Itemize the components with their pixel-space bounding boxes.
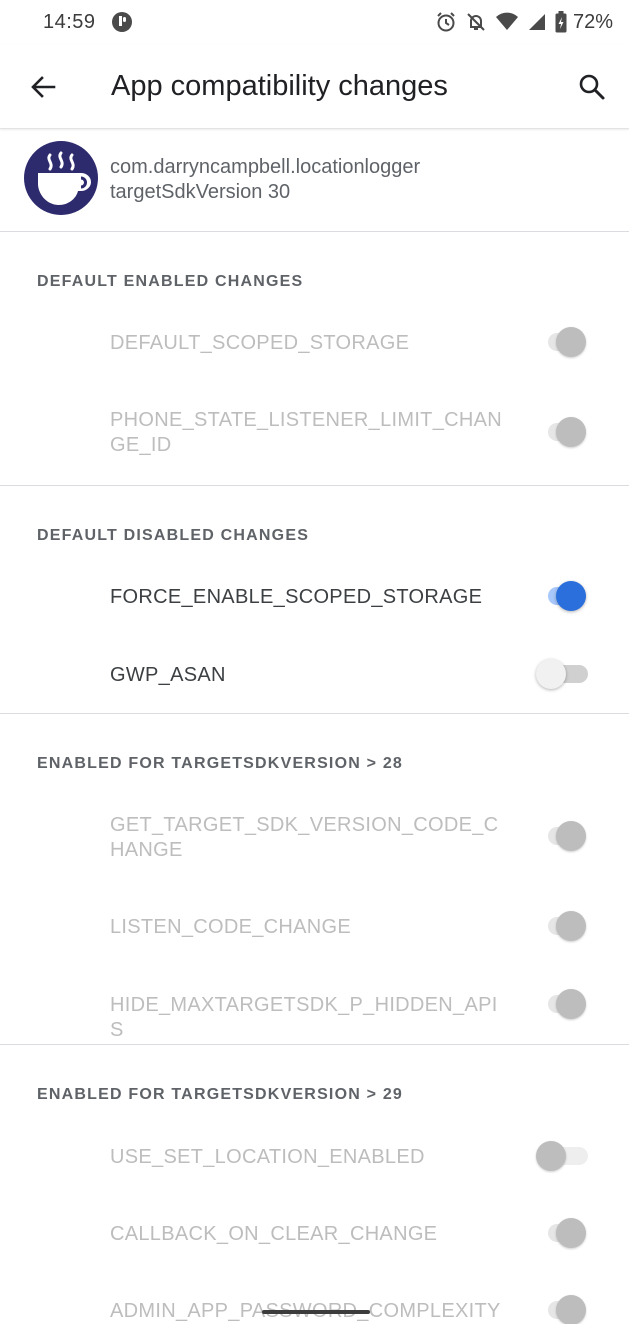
change-label: GET_TARGET_SDK_VERSION_CODE_CHANGE xyxy=(110,814,499,861)
section-targetsdk-29: ENABLED FOR TARGETSDKVERSION > 29 USE_SE… xyxy=(0,1045,629,1324)
change-label: DEFAULT_SCOPED_STORAGE xyxy=(110,332,410,354)
app-notification-icon xyxy=(112,12,132,32)
search-icon xyxy=(579,74,605,100)
change-switch[interactable] xyxy=(535,1291,587,1324)
section-targetsdk-28: ENABLED FOR TARGETSDKVERSION > 28 GET_TA… xyxy=(0,714,629,1044)
change-label: GWP_ASAN xyxy=(110,664,226,686)
section-default-enabled: DEFAULT ENABLED CHANGES DEFAULT_SCOPED_S… xyxy=(0,232,629,485)
section-title: ENABLED FOR TARGETSDKVERSION > 29 xyxy=(37,1086,404,1103)
change-label: HIDE_MAXTARGETSDK_P_HIDDEN_APIS xyxy=(110,994,498,1041)
app-package-name: com.darryncampbell.locationlogger xyxy=(110,156,421,178)
change-item: DEFAULT_SCOPED_STORAGE xyxy=(0,312,629,374)
coffee-cup-icon xyxy=(24,141,98,215)
back-button[interactable] xyxy=(22,66,64,108)
section-title: ENABLED FOR TARGETSDKVERSION > 28 xyxy=(37,755,404,772)
change-item[interactable]: FORCE_ENABLE_SCOPED_STORAGE xyxy=(0,566,629,628)
change-item: CALLBACK_ON_CLEAR_CHANGE xyxy=(0,1203,629,1265)
battery-percentage: 72% xyxy=(572,10,613,33)
change-label: USE_SET_LOCATION_ENABLED xyxy=(110,1146,425,1168)
status-bar: 14:59 72% xyxy=(0,0,629,44)
change-switch[interactable] xyxy=(535,985,587,1025)
change-switch[interactable] xyxy=(535,907,587,947)
app-bar: App compatibility changes xyxy=(0,44,629,129)
battery-charging-icon xyxy=(555,11,567,33)
section-title: DEFAULT DISABLED CHANGES xyxy=(37,527,310,544)
search-button[interactable] xyxy=(571,66,613,108)
change-label: CALLBACK_ON_CLEAR_CHANGE xyxy=(110,1223,438,1245)
change-label: FORCE_ENABLE_SCOPED_STORAGE xyxy=(110,586,483,608)
page-title: App compatibility changes xyxy=(111,70,448,102)
change-item: LISTEN_CODE_CHANGE xyxy=(0,896,629,958)
status-time: 14:59 xyxy=(43,11,96,33)
do-not-disturb-icon xyxy=(467,13,485,31)
change-switch[interactable] xyxy=(535,413,587,453)
change-label: PHONE_STATE_LISTENER_LIMIT_CHANGE_ID xyxy=(110,409,502,456)
change-item: ADMIN_APP_PASSWORD_COMPLEXITY xyxy=(0,1280,629,1324)
change-switch[interactable] xyxy=(535,817,587,857)
change-switch[interactable] xyxy=(536,1137,589,1177)
alarm-icon xyxy=(437,12,455,32)
section-title: DEFAULT ENABLED CHANGES xyxy=(37,273,304,290)
change-switch[interactable] xyxy=(535,1214,587,1254)
change-item: HIDE_MAXTARGETSDK_P_HIDDEN_APIS xyxy=(0,974,629,1041)
change-item[interactable]: GWP_ASAN xyxy=(0,644,629,706)
signal-icon xyxy=(528,14,545,30)
app-header: com.darryncampbell.locationlogger target… xyxy=(0,129,629,232)
app-target-sdk: targetSdkVersion 30 xyxy=(110,181,291,203)
change-switch[interactable] xyxy=(536,655,589,695)
gesture-nav-handle[interactable] xyxy=(262,1310,370,1314)
change-item: PHONE_STATE_LISTENER_LIMIT_CHANGE_ID xyxy=(0,392,629,472)
change-switch[interactable] xyxy=(535,323,587,363)
change-item: GET_TARGET_SDK_VERSION_CODE_CHANGE xyxy=(0,796,629,876)
arrow-back-icon xyxy=(31,76,56,98)
status-icons: 72% xyxy=(435,10,613,34)
wifi-icon xyxy=(495,12,518,30)
change-label: LISTEN_CODE_CHANGE xyxy=(110,916,352,938)
change-item: USE_SET_LOCATION_ENABLED xyxy=(0,1126,629,1188)
change-switch[interactable] xyxy=(535,577,587,617)
section-default-disabled: DEFAULT DISABLED CHANGES FORCE_ENABLE_SC… xyxy=(0,486,629,713)
